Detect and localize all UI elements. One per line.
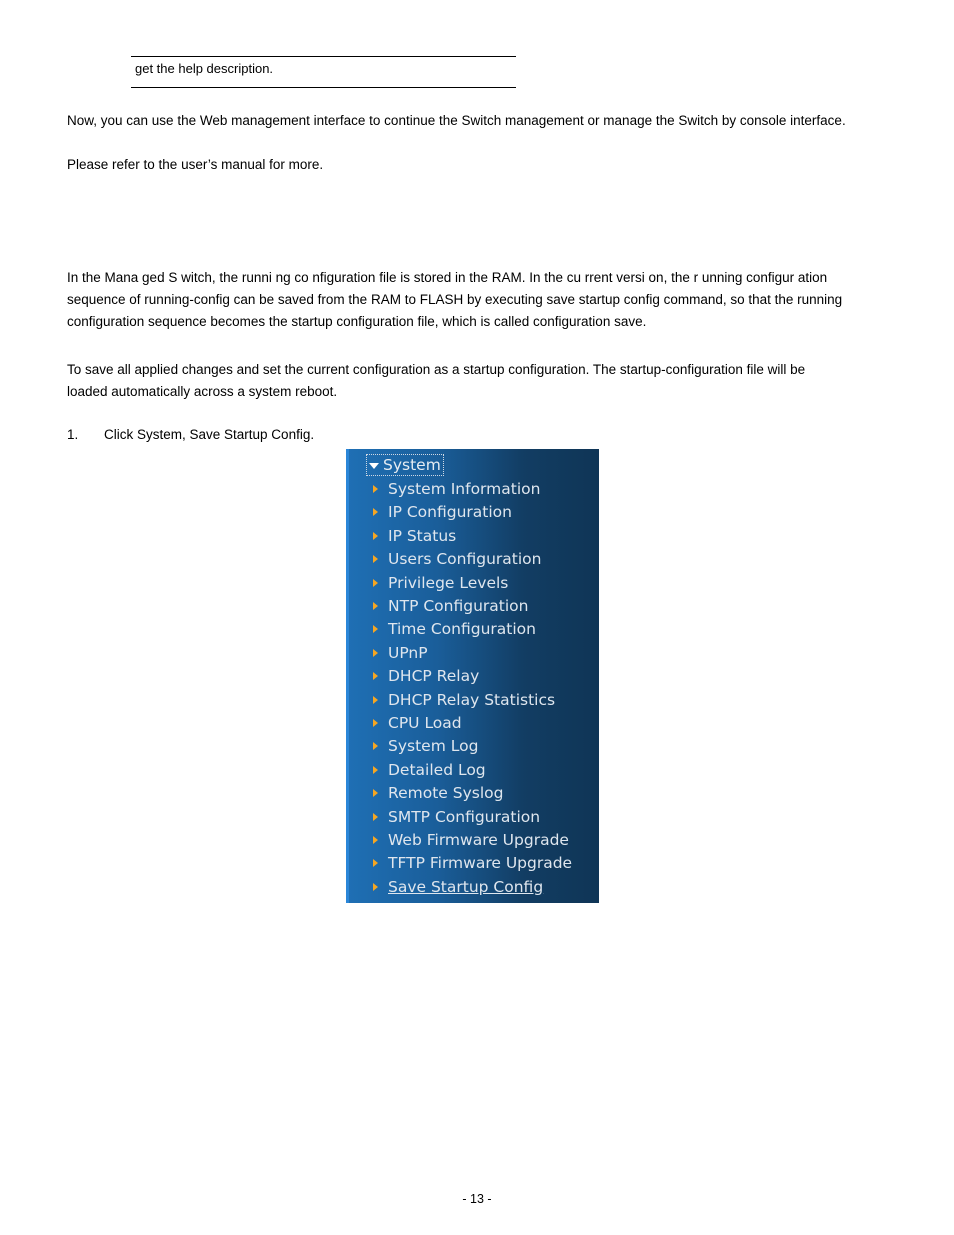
paragraph-save-line-1: To save all applied changes and set the … (67, 362, 806, 377)
bullet-arrow-icon (373, 625, 378, 634)
paragraph-config-line-1: In the Mana ged S witch, the runni ng co… (67, 270, 828, 285)
step-text: Click System, Save Startup Config. (104, 427, 315, 442)
bullet-arrow-icon (373, 695, 378, 704)
menu-item-label: Detailed Log (388, 760, 486, 779)
menu-item-label: CPU Load (388, 714, 462, 732)
menu-item[interactable]: DHCP Relay (373, 666, 479, 686)
menu-item-label: NTP Configuration (388, 597, 529, 615)
menu-item-label: Remote Syslog (388, 784, 504, 803)
bullet-arrow-icon (373, 719, 378, 727)
bullet-arrow-icon (373, 578, 378, 587)
table-bottom-rule (131, 87, 516, 88)
step-number: 1. (67, 427, 79, 442)
menu-item[interactable]: TFTP Firmware Upgrade (373, 853, 572, 873)
menu-item-label: IP Status (388, 526, 457, 545)
menu-item[interactable]: NTP Configuration (373, 596, 528, 616)
menu-item-label: TFTP Firmware Upgrade (388, 854, 573, 873)
menu-item-label: IP Configuration (388, 503, 512, 522)
table-top-rule (131, 56, 516, 57)
menu-item-label: SMTP Configuration (388, 807, 541, 826)
menu-item[interactable]: UPnP (373, 643, 428, 663)
menu-item[interactable]: IP Configuration (373, 502, 512, 522)
bullet-arrow-icon (373, 882, 378, 891)
menu-item[interactable]: CPU Load (373, 713, 462, 733)
menu-item-label: DHCP Relay Statistics (388, 690, 556, 709)
menu-item[interactable]: System Information (373, 479, 540, 499)
menu-item[interactable]: SMTP Configuration (373, 807, 540, 827)
paragraph-save-line-2: loaded automatically across a system reb… (67, 384, 338, 399)
menu-item-label: DHCP Relay (388, 667, 480, 686)
menu-item[interactable]: System Log (373, 736, 478, 756)
bullet-arrow-icon (373, 672, 378, 681)
menu-item[interactable]: Users Configuration (373, 549, 541, 569)
bullet-arrow-icon (373, 742, 378, 751)
bullet-arrow-icon (373, 531, 378, 540)
bullet-arrow-icon (373, 485, 378, 493)
menu-item[interactable]: Detailed Log (373, 760, 486, 780)
menu-item[interactable]: IP Status (373, 526, 456, 546)
menu-item-label: Save Startup Config (388, 877, 544, 896)
menu-item-label: Privilege Levels (388, 573, 509, 592)
page-number: - 13 - (462, 1192, 492, 1206)
menu-header-label: System (383, 456, 441, 474)
menu-item-label: System Information (388, 480, 541, 498)
menu-item-label: Users Configuration (388, 550, 542, 569)
menu-item[interactable]: Time Configuration (373, 619, 536, 639)
paragraph-refer-manual: Please refer to the user’s manual for mo… (67, 157, 324, 172)
menu-item-label: Web Firmware Upgrade (388, 831, 569, 849)
menu-item[interactable]: Privilege Levels (373, 573, 508, 593)
bullet-arrow-icon (373, 508, 378, 517)
system-menu-screenshot: System System Information IP Configuratio… (346, 449, 599, 903)
bullet-arrow-icon (373, 555, 378, 564)
menu-header-system[interactable]: System (366, 454, 444, 476)
bullet-arrow-icon (373, 789, 378, 798)
bullet-arrow-icon (373, 602, 378, 610)
menu-item-label: Time Configuration (388, 620, 536, 639)
menu-item[interactable]: Remote Syslog (373, 783, 503, 803)
bullet-arrow-icon (373, 648, 378, 657)
bullet-arrow-icon (373, 812, 378, 821)
menu-item[interactable]: Web Firmware Upgrade (373, 830, 569, 850)
menu-item[interactable]: Save Startup Config (373, 877, 543, 897)
paragraph-config-line-2: sequence of running-config can be saved … (67, 292, 843, 307)
menu-item[interactable]: DHCP Relay Statistics (373, 690, 555, 710)
bullet-arrow-icon (373, 765, 378, 774)
menu-item-label: UPnP (388, 643, 428, 662)
paragraph-web-management: Now, you can use the Web management inte… (67, 113, 846, 128)
table-cell-text: get the help description. (135, 61, 274, 76)
expand-arrow-icon (369, 463, 379, 469)
bullet-arrow-icon (373, 836, 378, 844)
menu-item-label: System Log (388, 737, 479, 756)
paragraph-config-line-3: configuration sequence becomes the start… (67, 314, 647, 329)
bullet-arrow-icon (373, 859, 378, 868)
